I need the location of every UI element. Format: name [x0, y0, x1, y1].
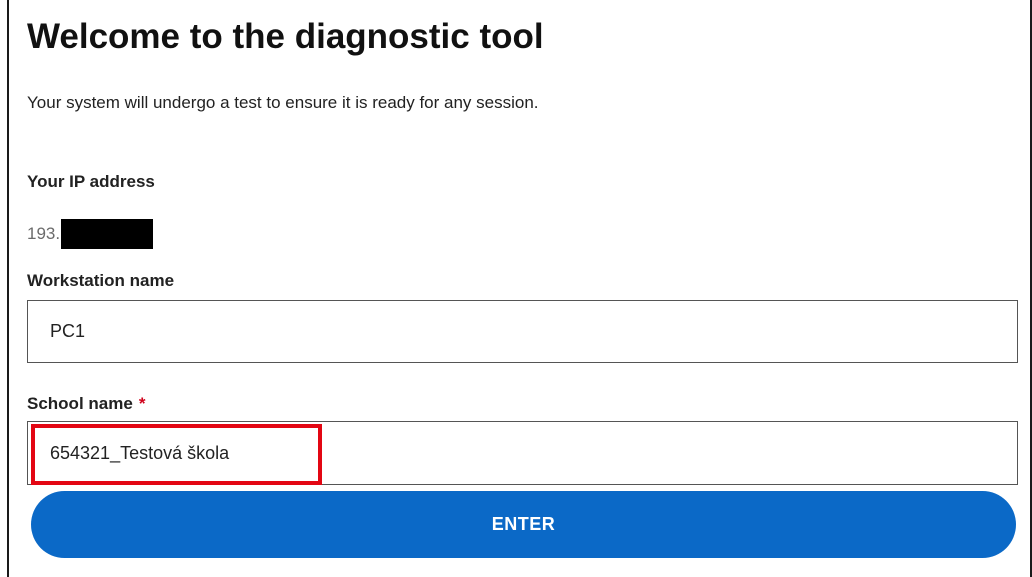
school-name-label: School name * [27, 394, 145, 414]
redaction-block [61, 219, 154, 249]
required-asterisk: * [138, 394, 146, 413]
ip-address-label: Your IP address [27, 172, 155, 191]
school-name-input[interactable] [28, 422, 1017, 484]
workstation-name-field[interactable] [27, 300, 1018, 363]
workstation-name-input[interactable] [28, 301, 1017, 362]
page-description: Your system will undergo a test to ensur… [27, 93, 539, 112]
page-title: Welcome to the diagnostic tool [27, 17, 544, 56]
ip-address-prefix: 193. [27, 224, 61, 243]
ip-address-value: 193. [27, 219, 154, 249]
workstation-name-label: Workstation name [27, 271, 175, 290]
enter-button[interactable]: ENTER [31, 491, 1016, 558]
school-name-label-text: School name [27, 394, 133, 413]
school-name-field[interactable] [27, 421, 1018, 485]
